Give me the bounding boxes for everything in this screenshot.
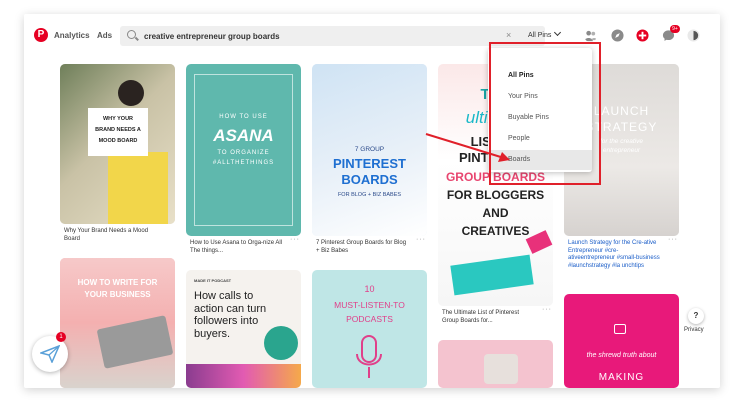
pin-title[interactable]: Why Your Brand Needs a Mood Board [64, 228, 159, 243]
pin-card[interactable]: MADE IT PODCAST How calls to action can … [186, 270, 301, 388]
cart-icon [614, 324, 626, 334]
pin-card[interactable] [438, 340, 553, 388]
top-nav: P Analytics Ads × All Pins 9+ [24, 14, 720, 60]
annotation-arrow-icon [425, 133, 510, 162]
more-options-icon[interactable]: ··· [668, 236, 678, 243]
podcast-logo [264, 326, 298, 360]
search-bar[interactable]: × [120, 26, 545, 46]
more-options-icon[interactable]: ··· [290, 236, 300, 243]
paper-plane-icon [40, 345, 60, 363]
clear-search-icon[interactable]: × [506, 30, 511, 40]
pin-image [186, 364, 301, 388]
nav-analytics[interactable]: Analytics [54, 31, 90, 40]
pin-card[interactable]: WHY YOUR BRAND NEEDS A MOOD BOARD [60, 64, 175, 224]
widget-badge: 1 [56, 332, 66, 342]
camera-image [484, 354, 518, 384]
pin-title[interactable]: How to Use Asana to Orga-nize All The th… [190, 240, 285, 255]
microphone-icon [356, 335, 382, 378]
pinterest-logo-icon[interactable]: P [34, 28, 48, 42]
create-pin-plus-icon[interactable] [636, 29, 649, 42]
app-window: P Analytics Ads × All Pins 9+ [24, 14, 720, 388]
pin-title[interactable]: The Ultimate List of Pinterest Group Boa… [442, 310, 537, 325]
search-input[interactable] [144, 29, 484, 43]
more-options-icon[interactable]: ··· [542, 306, 552, 313]
person-hair [118, 80, 144, 106]
pin-title[interactable]: 7 Pinterest Group Boards for Blog + Biz … [316, 240, 411, 255]
pin-card[interactable]: HOW TO USE ASANA TO ORGANIZE #ALLTHETHIN… [186, 64, 301, 236]
more-options-icon[interactable]: ··· [416, 236, 426, 243]
yellow-shirt [108, 152, 168, 224]
privacy-link[interactable]: Privacy [684, 327, 704, 333]
notification-badge: 9+ [670, 25, 680, 33]
search-icon [127, 30, 136, 39]
help-button[interactable]: ? [688, 308, 704, 324]
pin-card[interactable]: HOW TO WRITE FOR YOUR BUSINESS [60, 258, 175, 388]
nav-ads[interactable]: Ads [97, 31, 112, 40]
pin-card[interactable]: 10 MUST-LISTEN-TO PODCASTS [312, 270, 427, 388]
pin-card[interactable]: the shrewd truth about MAKING [564, 294, 679, 388]
people-icon[interactable] [584, 29, 597, 42]
pin-title[interactable]: Launch Strategy for the Cre-ative Entrep… [568, 240, 663, 270]
chevron-down-icon [554, 28, 562, 37]
avatar[interactable] [687, 29, 700, 42]
title-card: WHY YOUR BRAND NEEDS A MOOD BOARD [88, 108, 148, 156]
pin-card[interactable]: 7 GROUP PINTEREST BOARDS FOR BLOG + BIZ … [312, 64, 427, 236]
compass-icon[interactable] [611, 29, 624, 42]
scope-label: All Pins [528, 32, 552, 39]
